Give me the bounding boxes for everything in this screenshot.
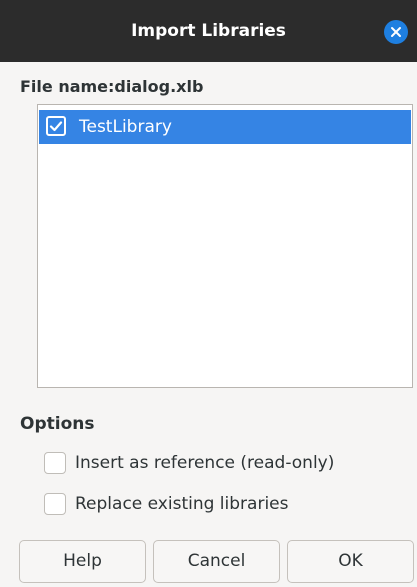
help-button[interactable]: Help (19, 540, 146, 583)
library-list[interactable]: TestLibrary (37, 104, 413, 388)
replace-existing-label: Replace existing libraries (75, 494, 289, 514)
options-heading: Options (20, 414, 95, 434)
insert-as-reference-label: Insert as reference (read-only) (75, 453, 335, 473)
replace-existing-checkbox[interactable] (44, 493, 66, 515)
cancel-button[interactable]: Cancel (153, 540, 280, 583)
checkmark-icon (49, 121, 63, 132)
insert-as-reference-checkbox[interactable] (44, 452, 66, 474)
library-checkbox[interactable] (46, 116, 66, 136)
insert-as-reference-option[interactable]: Insert as reference (read-only) (44, 450, 384, 476)
close-icon (391, 27, 401, 37)
ok-button[interactable]: OK (287, 540, 414, 583)
replace-existing-option[interactable]: Replace existing libraries (44, 491, 344, 517)
title-bar: Import Libraries (0, 0, 417, 62)
library-name: TestLibrary (79, 117, 172, 137)
dialog-title: Import Libraries (131, 21, 286, 41)
file-name-label: File name:dialog.xlb (20, 77, 204, 96)
close-button[interactable] (384, 20, 408, 44)
list-item[interactable]: TestLibrary (39, 110, 411, 144)
